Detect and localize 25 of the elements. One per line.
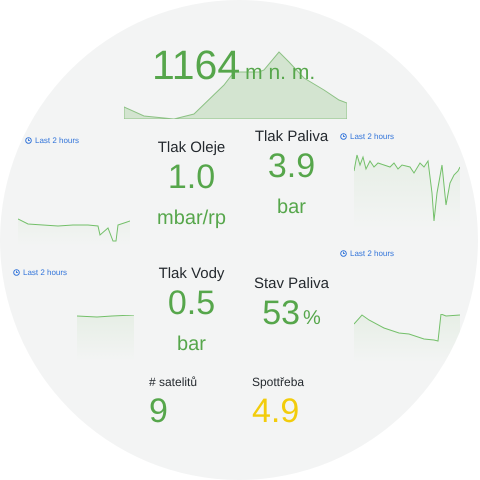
stat-title: Spottřeba — [252, 375, 304, 389]
stat-unit: mbar/rp — [157, 207, 226, 230]
clock-icon — [340, 133, 347, 140]
time-range-link[interactable]: Last 2 hours — [340, 249, 394, 258]
clock-icon — [13, 269, 20, 276]
stat-value: 3.9 — [268, 147, 316, 186]
stat-value: 4.9 — [252, 392, 300, 432]
stat-title: # satelitů — [149, 375, 198, 389]
clock-icon — [25, 137, 32, 144]
stat-value: 53 — [262, 294, 300, 334]
stat-unit: % — [303, 307, 321, 330]
stat-value: 1.0 — [168, 158, 216, 198]
stat-title: Tlak Paliva — [254, 128, 328, 145]
time-range-link[interactable]: Last 2 hours — [340, 132, 394, 141]
stat-unit: bar — [177, 333, 206, 356]
stat-title: Tlak Vody — [158, 265, 224, 282]
time-range-link[interactable]: Last 2 hours — [25, 136, 80, 145]
time-range-link[interactable]: Last 2 hours — [13, 268, 68, 277]
clock-icon — [340, 250, 347, 257]
stat-value: 0.5 — [168, 284, 216, 324]
stat-unit: bar — [277, 196, 306, 220]
stat-value: 9 — [149, 392, 168, 432]
altitude-value: 1164 — [152, 42, 240, 89]
stat-title: Stav Paliva — [254, 275, 330, 292]
stat-title: Tlak Oleje — [158, 139, 226, 156]
